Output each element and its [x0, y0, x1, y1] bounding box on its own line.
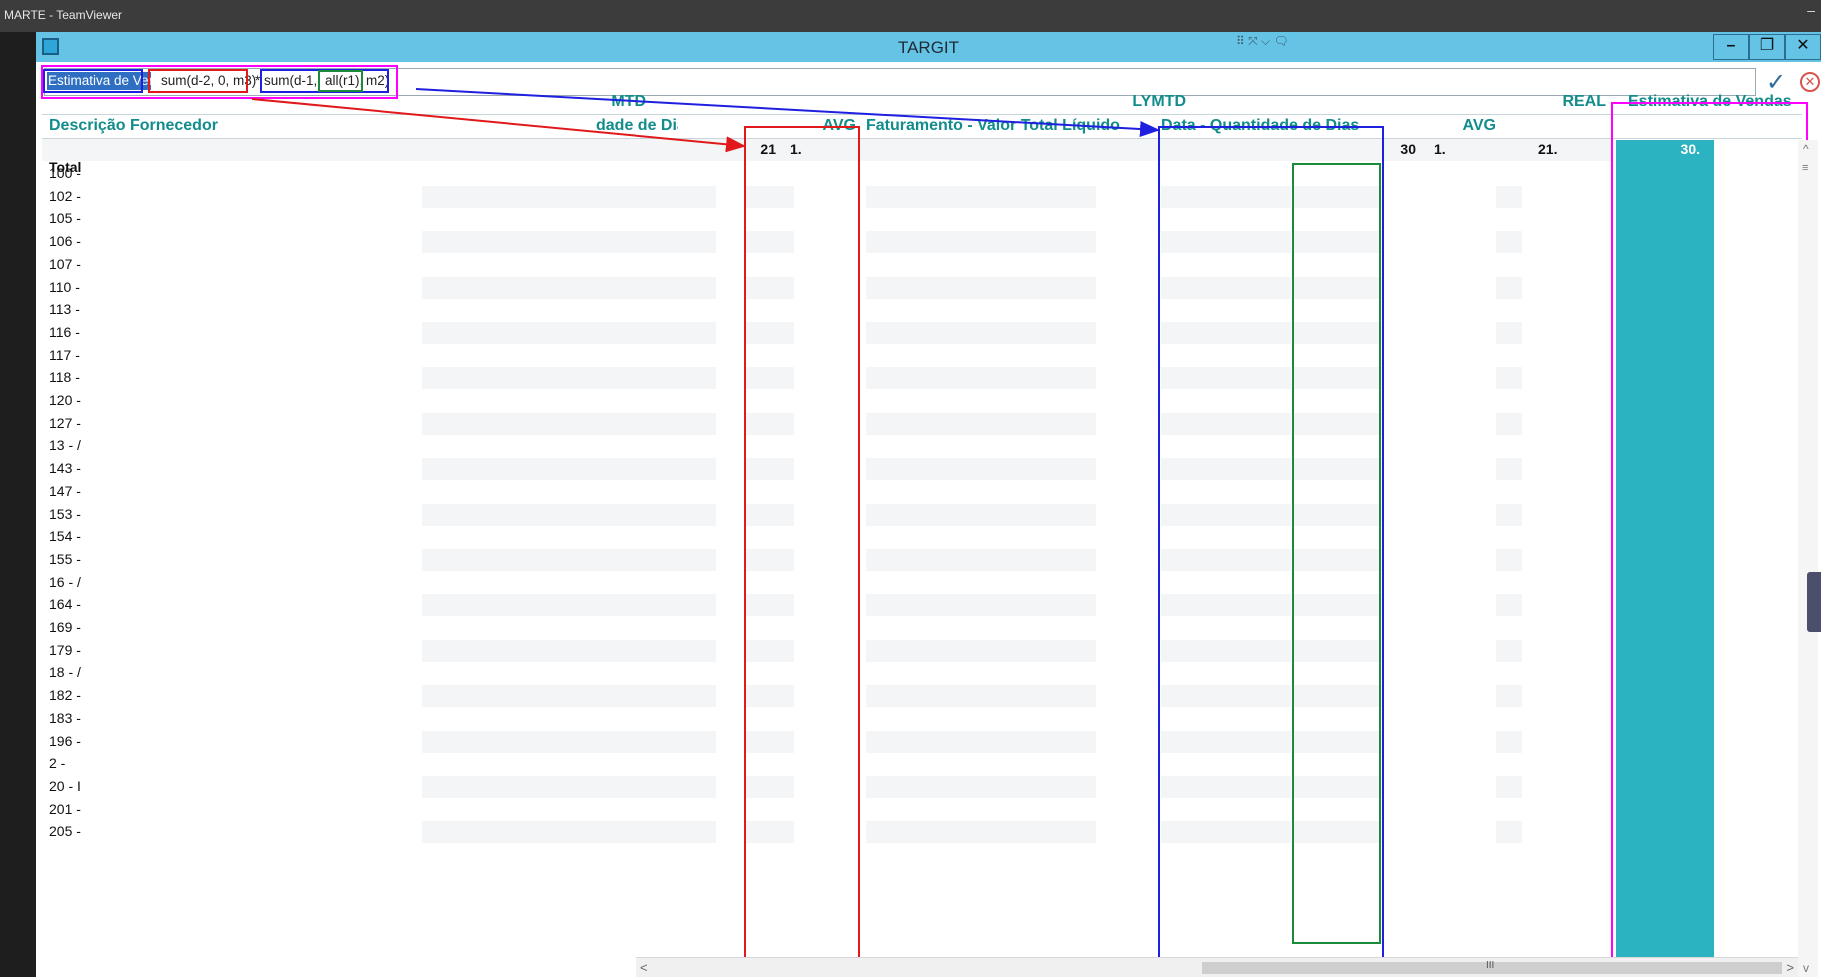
arrow-red — [251, 98, 746, 153]
teamviewer-title: MARTE - TeamViewer — [4, 8, 123, 22]
thumb-grip-icon: III — [1486, 960, 1495, 971]
teamviewer-titlebar: MARTE - TeamViewer – — [0, 0, 1821, 32]
annotation-arrows — [251, 88, 1160, 153]
scroll-thumb[interactable]: III — [1202, 960, 1782, 974]
side-panel-tab[interactable] — [1807, 572, 1821, 632]
arrow-blue — [415, 88, 1160, 137]
scroll-left-icon[interactable]: < — [640, 960, 648, 975]
scroll-up-icon[interactable]: ^ — [1803, 142, 1809, 156]
left-edge-strip — [0, 32, 36, 977]
vertical-scrollbar[interactable]: ^ ≡ v — [1798, 140, 1818, 977]
scroll-right-icon[interactable]: > — [1786, 960, 1794, 975]
scroll-down-icon[interactable]: v — [1803, 961, 1809, 975]
targit-window: TARGIT ⠿ ⤧ ⌵ 🗨 – ❐ ✕ Estimativa de Ver s… — [36, 32, 1821, 977]
horizontal-scrollbar[interactable]: < III > — [636, 957, 1798, 977]
teamviewer-minimize-button[interactable]: – — [1807, 2, 1815, 18]
scroll-grip-icon[interactable]: ≡ — [1802, 162, 1814, 176]
